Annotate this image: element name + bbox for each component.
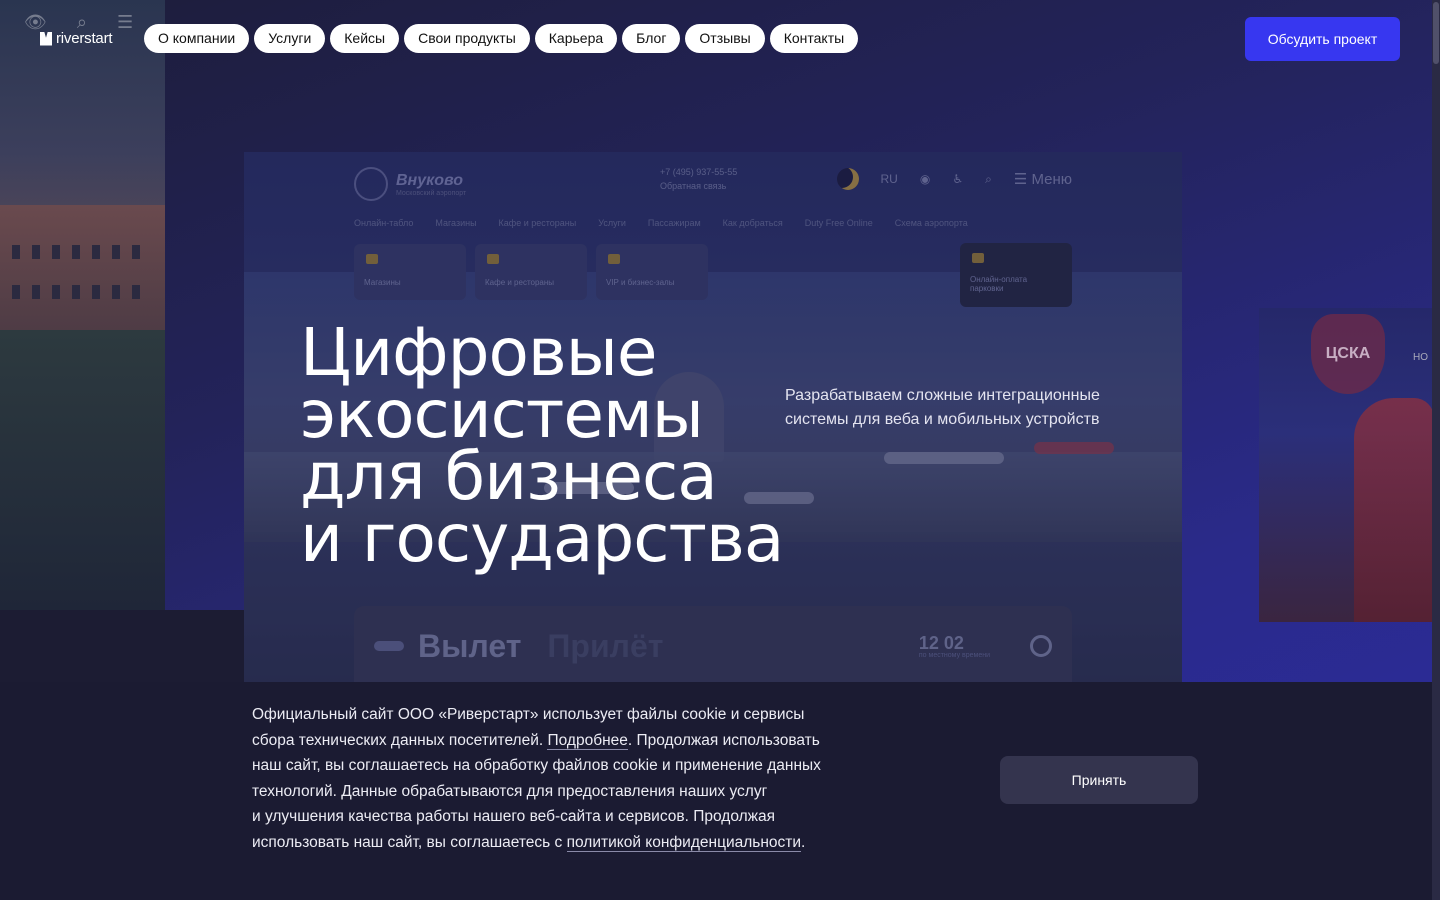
left-case-photo: 👁 ⌕ ☰ (0, 0, 165, 610)
main-nav: О компании Услуги Кейсы Свои продукты Ка… (144, 24, 859, 53)
riverstart-logo[interactable]: riverstart (40, 30, 113, 47)
club-crest: ЦСКА (1311, 314, 1385, 394)
discuss-project-button[interactable]: Обсудить проект (1245, 17, 1400, 61)
riverstart-logo-icon (40, 31, 52, 46)
hero-title: Цифровые экосистемы для бизнеса и госуда… (300, 314, 784, 577)
nav-cases[interactable]: Кейсы (330, 24, 400, 53)
nav-services[interactable]: Услуги (254, 24, 326, 53)
site-header: riverstart О компании Услуги Кейсы Свои … (0, 0, 1432, 76)
hero-subtitle: Разрабатываем сложные интеграционные сис… (785, 387, 1100, 428)
privacy-policy-link[interactable]: политикой конфиденциальности (566, 833, 802, 852)
building-image (0, 205, 165, 345)
cookie-text: Официальный сайт ООО «Риверстарт» исполь… (252, 706, 821, 852)
scrollbar-thumb[interactable] (1433, 2, 1439, 64)
nav-contacts[interactable]: Контакты (769, 24, 859, 53)
nav-blog[interactable]: Блог (622, 24, 681, 53)
cookie-banner: Официальный сайт ООО «Риверстарт» исполь… (0, 682, 1432, 900)
accept-cookies-button[interactable]: Принять (1000, 756, 1198, 804)
nav-about[interactable]: О компании (144, 24, 250, 53)
more-info-link[interactable]: Подробнее (547, 731, 628, 750)
nav-career[interactable]: Карьера (534, 24, 618, 53)
scrollbar[interactable] (1432, 0, 1440, 900)
player-image (1354, 398, 1432, 622)
nav-reviews[interactable]: Отзывы (685, 24, 765, 53)
right-case-photo[interactable]: ЦСКА НО (1259, 308, 1432, 622)
trees-image (0, 330, 165, 610)
nav-products[interactable]: Свои продукты (404, 24, 530, 53)
